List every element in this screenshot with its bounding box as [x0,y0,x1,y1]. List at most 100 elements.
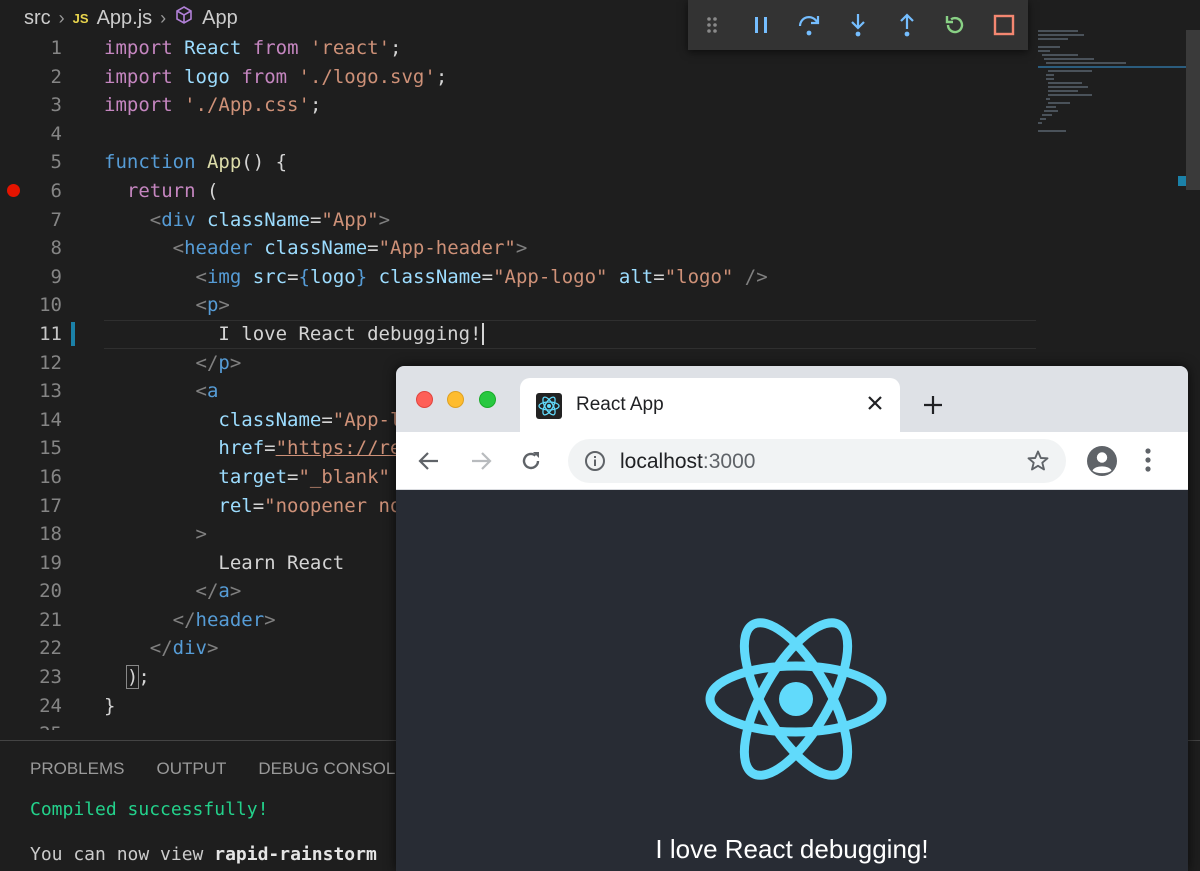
code-text: function App() { [104,151,288,174]
line-number: 1 [50,37,62,59]
line-number: 8 [50,237,62,260]
code-text: ); [125,665,150,690]
terminal-app-name: rapid-rainstorm [214,844,377,865]
code-text: I love React debugging! [104,322,484,346]
line-number: 14 [39,408,62,431]
code-text: Learn React [104,551,345,574]
step-into-button[interactable] [834,0,883,50]
pause-icon [754,17,767,33]
step-into-icon [851,14,865,37]
browser-tab[interactable]: React App [520,378,900,432]
code-line-active: 11 I love React debugging! [0,319,1040,349]
page-paragraph: I love React debugging! [655,834,929,864]
browser-viewport: I love React debugging! [396,490,1188,871]
code-text: > [195,523,207,546]
reload-icon[interactable] [516,446,546,476]
url-port: :3000 [702,450,756,473]
bookmark-star-icon[interactable] [1026,449,1050,478]
code-text: } [104,694,116,717]
breadcrumb-folder[interactable]: src [24,7,51,30]
back-arrow-icon[interactable] [414,446,444,476]
code-text: <header className="App-header"> [172,237,528,260]
step-over-icon [799,16,820,36]
forward-arrow-icon[interactable] [466,446,496,476]
code-text: <div className="App"> [149,208,391,231]
line-number: 11 [39,322,62,345]
line-number: 2 [50,65,62,88]
tab-output[interactable]: OUTPUT [156,759,226,779]
stop-icon [993,14,1014,36]
react-logo-icon [696,614,896,784]
info-icon[interactable] [584,450,606,477]
terminal-info-line: You can now view rapid-rainstorm [30,844,377,865]
code-text: </a> [195,580,242,603]
browser-window: React App localhost:3000 I love React de… [396,366,1188,871]
code-line: 7 <div className="App"> [0,206,1040,235]
code-text: <img src={logo} className="App-logo" alt… [195,265,768,288]
line-number: 17 [39,494,62,517]
restart-button[interactable] [931,0,980,50]
vertical-scrollbar[interactable] [1186,30,1200,190]
line-number: 10 [39,294,62,317]
line-number: 13 [39,380,62,403]
minimize-window-button[interactable] [447,391,464,408]
code-text: <p> [195,294,230,317]
react-favicon-icon [536,393,562,419]
line-number: 15 [39,437,62,460]
line-number: 5 [50,151,62,174]
step-out-icon [899,13,914,37]
line-number: 7 [50,208,62,231]
line-number: 25 [0,720,62,730]
chevron-right-icon: › [58,7,65,28]
code-line: 9 <img src={logo} className="App-logo" a… [0,263,1040,292]
code-line: 2 import logo from './logo.svg'; [0,63,1040,92]
breadcrumb-file[interactable]: App.js [97,7,153,30]
restart-icon [945,16,964,34]
url-host: localhost [620,450,703,473]
tab-title: React App [576,394,664,415]
address-bar[interactable]: localhost:3000 [568,439,1066,483]
line-number: 6 [50,179,62,202]
line-number: 12 [39,351,62,374]
stop-button[interactable] [979,0,1028,50]
line-number: 21 [39,608,62,631]
code-line: 5 function App() { [0,148,1040,177]
code-text: </header> [172,608,276,631]
breadcrumb-symbol[interactable]: App [202,7,238,30]
tab-problems[interactable]: PROBLEMS [30,759,124,779]
text-cursor [481,323,484,346]
close-tab-icon[interactable] [860,388,890,418]
code-line: 8 <header className="App-header"> [0,234,1040,263]
drag-handle-icon[interactable] [688,0,737,50]
terminal-info-prefix: You can now view [30,844,215,865]
line-number: 18 [39,523,62,546]
browser-tab-strip: React App [396,366,1188,432]
minimap[interactable] [1038,30,1200,132]
code-text: </p> [195,351,242,374]
line-number: 23 [39,666,62,689]
step-over-button[interactable] [785,0,834,50]
line-number: 20 [39,580,62,603]
scrollbar-marker [1178,176,1186,186]
code-text: import logo from './logo.svg'; [104,65,448,88]
more-menu-icon[interactable] [1142,445,1154,480]
code-text: import React from 'react'; [104,37,402,59]
breadcrumb: src › JS App.js › App [0,0,680,36]
step-out-button[interactable] [882,0,931,50]
new-tab-plus-icon[interactable] [918,390,948,420]
code-line: 3 import './App.css'; [0,91,1040,120]
pause-button[interactable] [737,0,786,50]
code-line: 6 return ( [0,177,1040,206]
line-number: 3 [50,94,62,117]
code-text: return ( [126,179,219,202]
tab-debug-console[interactable]: DEBUG CONSOLE [258,759,406,779]
line-number: 4 [50,122,62,145]
line-number: 22 [39,637,62,660]
profile-avatar-icon[interactable] [1086,445,1118,482]
code-text: target="_blank" [218,465,390,488]
symbol-cube-icon [174,5,194,31]
line-number: 9 [50,265,62,288]
maximize-window-button[interactable] [479,391,496,408]
close-window-button[interactable] [416,391,433,408]
code-line: 10 <p> [0,291,1040,320]
